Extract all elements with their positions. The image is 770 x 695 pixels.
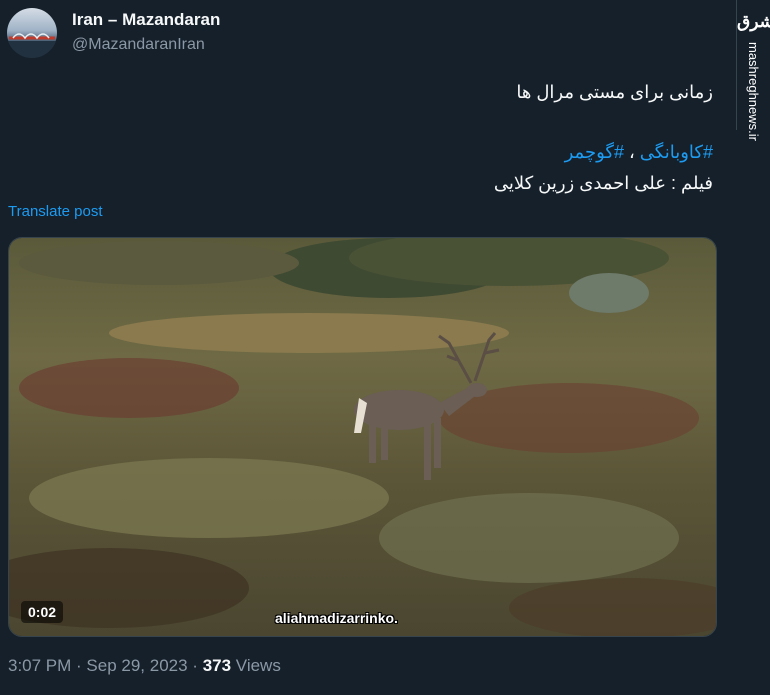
translate-post-link[interactable]: Translate post [8,203,103,220]
post-time[interactable]: 3:07 PM [8,656,71,675]
post-hashtags: #کاوبانگی ، #گوچمر [565,142,713,163]
views-label: Views [231,656,281,675]
account-name[interactable]: Iran – Mazandaran [72,10,220,30]
brand-url: mashreghnews.ir [746,42,761,141]
video-frame-deer [9,238,716,636]
hashtag-separator: ، [623,142,640,162]
hashtag-link-1[interactable]: #کاوبانگی [640,142,713,162]
meta-dot-1: · [71,656,87,675]
post-credit: فیلم : علی احمدی زرین کلایی [493,173,713,193]
post-text-line1: زمانی برای مستی مرال ها [516,82,713,102]
video-player[interactable]: 0:02 aliahmadizarrinko. [8,237,717,637]
post-date[interactable]: Sep 29, 2023 [86,656,187,675]
brand-logo: مشرق [737,12,770,32]
brand-watermark: مشرق mashreghnews.ir [736,0,770,141]
video-timestamp: 0:02 [21,601,64,623]
video-watermark: aliahmadizarrinko. [275,610,398,626]
hashtag-link-2[interactable]: #گوچمر [565,142,624,162]
post-meta: 3:07 PM · Sep 29, 2023 · 373 Views [8,656,281,676]
account-handle[interactable]: @MazandaranIran [72,36,205,54]
avatar-bridge-image [7,33,57,58]
views-count: 373 [202,656,232,675]
meta-dot-2: · [187,656,203,675]
avatar[interactable] [7,8,57,58]
